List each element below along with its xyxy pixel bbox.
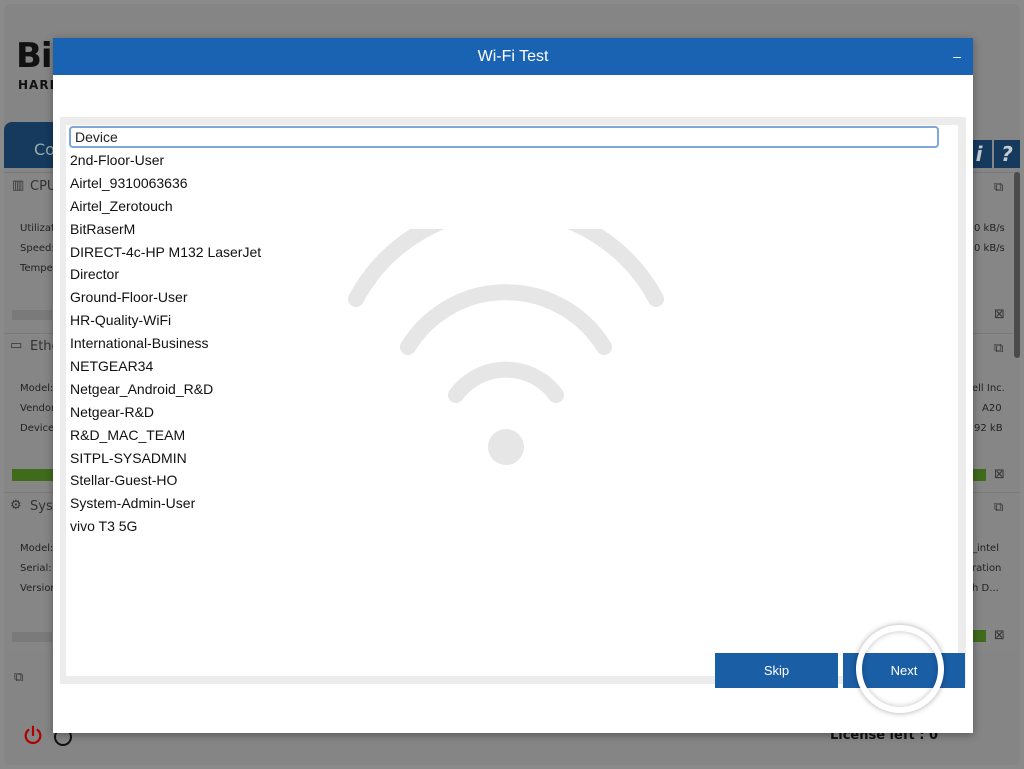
skip-button[interactable]: Skip <box>715 653 838 688</box>
power-icon[interactable] <box>22 724 44 746</box>
system-label-0: Model: <box>20 543 54 554</box>
help-button[interactable]: ? <box>994 140 1020 168</box>
network-list-container: Device 2nd-Floor-User Airtel_9310063636 … <box>60 117 966 684</box>
app-logo-subtitle: HARI <box>18 78 56 92</box>
ethernet-label-0: Model: <box>20 383 54 394</box>
cpu-value-0: 0 kB/s <box>974 223 1005 234</box>
next-button[interactable]: Next <box>843 653 965 688</box>
wifi-test-dialog: Wi-Fi Test – Device 2nd-Floor-User Airte… <box>53 38 973 733</box>
cpu-bar <box>12 310 52 320</box>
list-item[interactable]: System-Admin-User <box>70 492 261 515</box>
wifi-icon <box>348 229 664 465</box>
minimize-button[interactable]: – <box>953 38 961 75</box>
list-item[interactable]: Netgear-R&D <box>70 401 261 424</box>
ethernet-value-2: 92 kB <box>974 423 1003 434</box>
scrollbar[interactable] <box>1014 172 1020 358</box>
expand-icon[interactable]: ⧉ <box>994 180 1003 195</box>
system-label-1: Serial: <box>20 563 52 574</box>
monitor-icon: ▭ <box>10 338 23 353</box>
close-icon[interactable]: ⊠ <box>994 307 1005 322</box>
dialog-header: Wi-Fi Test – <box>53 38 973 75</box>
ethernet-label-1: Vendor <box>20 403 56 414</box>
ethernet-value-1: A20 <box>982 403 1002 414</box>
close-icon[interactable]: ⊠ <box>994 628 1005 643</box>
list-item[interactable]: Airtel_9310063636 <box>70 172 261 195</box>
list-item[interactable]: NETGEAR34 <box>70 355 261 378</box>
dialog-title: Wi-Fi Test <box>477 48 549 65</box>
expand-icon[interactable]: ⧉ <box>994 500 1003 515</box>
ethernet-value-0: ell Inc. <box>972 383 1005 394</box>
system-bar-right <box>972 630 986 642</box>
system-value-2: h D... <box>972 583 999 594</box>
chip-icon: ⚙ <box>10 498 22 513</box>
list-item[interactable]: Stellar-Guest-HO <box>70 469 261 492</box>
ethernet-bar <box>12 469 54 481</box>
system-bar <box>12 632 52 642</box>
list-item[interactable]: Ground-Floor-User <box>70 286 261 309</box>
list-item[interactable]: Director <box>70 263 261 286</box>
list-item[interactable]: vivo T3 5G <box>70 515 261 538</box>
cpu-label-2: Tempe <box>20 263 53 274</box>
cpu-value-1: 0 kB/s <box>974 243 1005 254</box>
top-right-buttons: i ? <box>966 140 1020 168</box>
list-item[interactable]: BitRaserM <box>70 218 261 241</box>
list-item[interactable]: DIRECT-4c-HP M132 LaserJet <box>70 241 261 264</box>
list-item[interactable]: Netgear_Android_R&D <box>70 378 261 401</box>
list-item[interactable]: R&D_MAC_TEAM <box>70 424 261 447</box>
list-item[interactable]: 2nd-Floor-User <box>70 149 261 172</box>
cpu-label-1: Speed: <box>20 243 55 254</box>
system-value-0: _intel <box>972 543 999 554</box>
network-list: 2nd-Floor-User Airtel_9310063636 Airtel_… <box>70 149 261 538</box>
system-value-1: ration <box>972 563 1002 574</box>
list-item[interactable]: HR-Quality-WiFi <box>70 309 261 332</box>
app-logo: Bi <box>16 36 53 76</box>
cpu-icon: ▥ <box>12 178 25 193</box>
close-icon[interactable]: ⊠ <box>994 467 1005 482</box>
expand-icon[interactable]: ⧉ <box>994 341 1003 356</box>
system-panel-title: Sys <box>30 499 53 514</box>
tab-co-label: Co <box>34 140 55 159</box>
device-column-header[interactable]: Device <box>69 126 939 148</box>
cpu-label-0: Utilizat <box>20 223 55 234</box>
ethernet-bar-right <box>972 469 986 481</box>
list-item[interactable]: International-Business <box>70 332 261 355</box>
expand-icon[interactable]: ⧉ <box>14 670 23 685</box>
network-list-panel: Device 2nd-Floor-User Airtel_9310063636 … <box>66 125 958 676</box>
ethernet-label-2: Device <box>20 423 55 434</box>
list-item[interactable]: SITPL-SYSADMIN <box>70 447 261 470</box>
system-label-2: Version <box>20 583 57 594</box>
list-item[interactable]: Airtel_Zerotouch <box>70 195 261 218</box>
